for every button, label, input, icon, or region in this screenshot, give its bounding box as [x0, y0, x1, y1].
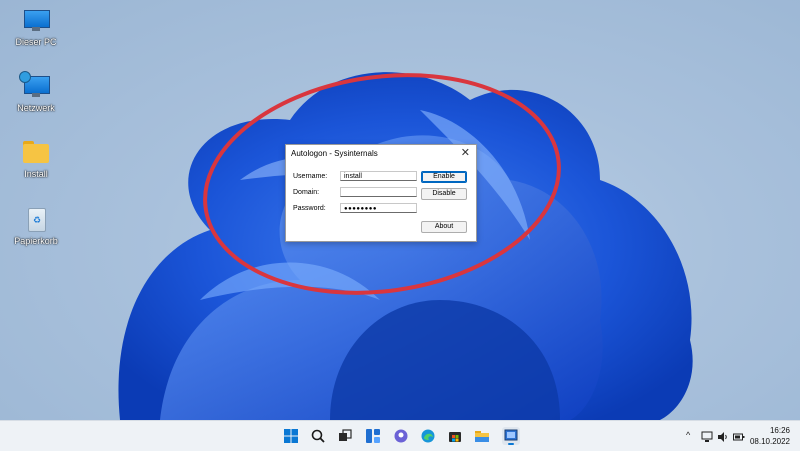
start-icon[interactable] [284, 429, 298, 443]
autologon-app-icon[interactable] [502, 427, 520, 445]
close-icon[interactable]: ✕ [461, 146, 470, 159]
desktop-icon-label: Netzwerk [17, 103, 55, 113]
desktop-icon-recycle-bin[interactable]: ♻ Papierkorb [6, 207, 66, 246]
username-field[interactable]: install [340, 171, 417, 181]
enable-button[interactable]: Enable [421, 171, 467, 183]
battery-icon[interactable] [733, 430, 745, 442]
clock[interactable]: 16:26 08.10.2022 [750, 425, 790, 447]
volume-icon[interactable] [717, 430, 729, 442]
network-status-icon[interactable] [701, 430, 713, 442]
task-view-icon[interactable] [338, 429, 352, 443]
clock-time: 16:26 [769, 426, 790, 435]
dialog-title: Autologon - Sysinternals [291, 149, 378, 158]
edge-icon[interactable] [421, 429, 435, 443]
store-icon[interactable] [448, 429, 462, 443]
desktop-icon-this-pc[interactable]: Dieser PC [6, 8, 66, 47]
password-field[interactable]: ●●●●●●●● [340, 203, 417, 213]
search-icon[interactable] [311, 429, 325, 443]
desktop-icon-label: Dieser PC [15, 37, 57, 47]
clock-date: 08.10.2022 [749, 437, 790, 446]
desktop-icon-network[interactable]: Netzwerk [6, 71, 66, 113]
autologon-dialog: Autologon - Sysinternals ✕ Username: ins… [285, 144, 477, 242]
domain-label: Domain: [293, 189, 320, 196]
recycle-bin-icon: ♻ [21, 207, 51, 233]
username-label: Username: [293, 173, 328, 180]
desktop-icon-label: Papierkorb [14, 236, 58, 246]
password-label: Password: [293, 205, 326, 212]
this-pc-icon [21, 8, 51, 34]
dialog-titlebar[interactable]: Autologon - Sysinternals ✕ [286, 145, 476, 162]
domain-field[interactable] [340, 187, 417, 197]
about-button[interactable]: About [421, 221, 467, 233]
widgets-icon[interactable] [366, 429, 380, 443]
chevron-up-icon[interactable]: ^ [686, 430, 690, 440]
taskbar: ^ 16:26 08.10.2022 [0, 420, 800, 451]
network-icon [19, 71, 51, 100]
desktop-icon-label: Install [24, 169, 48, 179]
chat-icon[interactable] [394, 429, 408, 443]
folder-icon [21, 140, 51, 166]
desktop-icon-install-folder[interactable]: Install [6, 140, 66, 179]
disable-button[interactable]: Disable [421, 188, 467, 200]
file-explorer-icon[interactable] [475, 429, 489, 443]
